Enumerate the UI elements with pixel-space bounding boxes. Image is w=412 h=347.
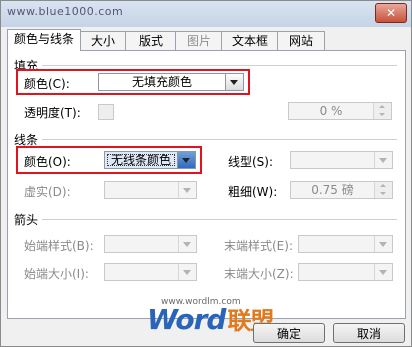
end-size-select [298, 263, 393, 281]
transparency-value: 0 % [319, 104, 343, 118]
line-color-label: 颜色(O): [24, 155, 71, 169]
window-title: www.blue1000.com [7, 5, 124, 18]
dash-label: 虚实(D): [24, 185, 71, 199]
spin-down-icon [374, 190, 392, 198]
line-style-label: 线型(S): [228, 155, 274, 169]
chevron-down-icon[interactable] [225, 74, 243, 90]
line-divider [42, 139, 397, 140]
chevron-down-icon [374, 152, 392, 168]
line-color-value: 无线条颜色 [105, 152, 177, 168]
transparency-slider [98, 102, 116, 120]
slider-track [98, 104, 114, 120]
tab-colors-and-lines[interactable]: 颜色与线条 [7, 29, 81, 51]
transparency-label: 透明度(T): [24, 106, 81, 120]
spin-up-icon [374, 182, 392, 190]
tab-size[interactable]: 大小 [79, 31, 127, 50]
weight-label: 粗细(W): [228, 185, 278, 199]
cancel-button[interactable]: 取消 [333, 323, 405, 343]
chevron-down-icon [374, 236, 392, 252]
watermark-brand: Word [147, 303, 226, 336]
begin-style-select [104, 235, 197, 253]
spin-up-icon [373, 103, 391, 111]
chevron-down-icon [374, 264, 392, 280]
dash-select [104, 181, 197, 199]
tab-picture: 图片 [175, 31, 223, 50]
tab-layout[interactable]: 版式 [125, 31, 177, 50]
chevron-down-icon [178, 236, 196, 252]
weight-value: 0.75 磅 [311, 183, 354, 197]
end-style-select [298, 235, 393, 253]
fill-divider [42, 65, 397, 66]
begin-style-label: 始端样式(B): [24, 239, 94, 253]
tab-panel: 填充 颜色(C): 无填充颜色 透明度(T): 0 % 线条 颜色(O): 无线… [7, 50, 406, 319]
spin-down-icon [373, 111, 391, 119]
close-button[interactable]: ✕ [375, 3, 407, 23]
chevron-down-icon [178, 182, 196, 198]
begin-size-select [104, 263, 197, 281]
arrows-section-label: 箭头 [14, 213, 39, 227]
line-color-select[interactable]: 无线条颜色 [104, 151, 196, 169]
fill-color-select[interactable]: 无填充颜色 [98, 73, 244, 91]
end-size-label: 末端大小(Z): [224, 267, 294, 281]
chevron-down-icon[interactable] [177, 152, 195, 168]
fill-color-value: 无填充颜色 [131, 75, 192, 89]
weight-spinner: 0.75 磅 [290, 181, 393, 199]
ok-button[interactable]: 确定 [253, 323, 325, 343]
tab-website[interactable]: 网站 [277, 31, 325, 50]
end-style-label: 末端样式(E): [224, 239, 293, 253]
fill-color-label: 颜色(C): [24, 77, 70, 91]
title-bar: www.blue1000.com ✕ [1, 1, 411, 27]
tab-textbox[interactable]: 文本框 [221, 31, 279, 50]
line-style-select [290, 151, 393, 169]
transparency-spinner: 0 % [288, 102, 392, 120]
format-textbox-dialog: www.blue1000.com ✕ 颜色与线条 大小 版式 图片 文本框 网站… [0, 0, 412, 347]
chevron-down-icon [178, 264, 196, 280]
arrows-divider [42, 219, 397, 220]
begin-size-label: 始端大小(I): [24, 267, 89, 281]
